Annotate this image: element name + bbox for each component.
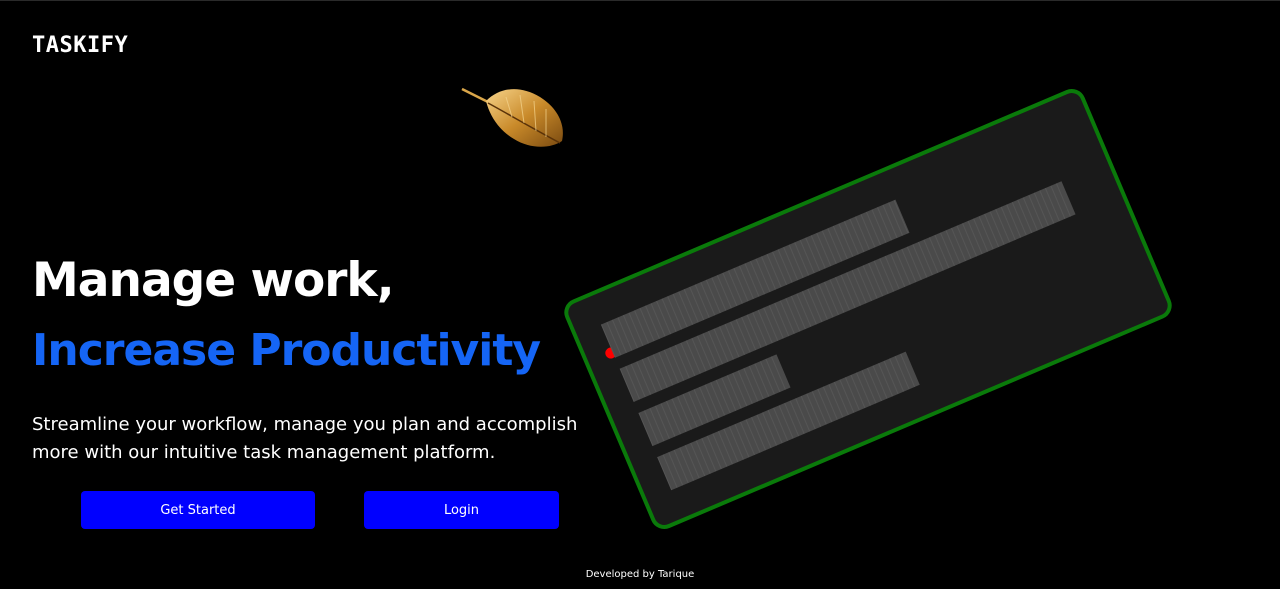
app-logo[interactable]: TASKIFY	[32, 33, 128, 58]
landing-page: TASKIFY Manage work, Increase Productivi…	[0, 0, 1280, 589]
login-button[interactable]: Login	[364, 491, 559, 529]
window-maximize-dot	[638, 333, 650, 345]
mockup-window	[564, 89, 1172, 529]
mockup-bar	[638, 354, 791, 447]
mockup-bar	[657, 351, 920, 491]
hero-description: Streamline your workflow, manage you pla…	[32, 414, 578, 463]
footer-credit: Developed by Tarique	[585, 569, 695, 580]
window-close-dot	[605, 347, 617, 359]
golden-feather-icon	[461, 87, 563, 147]
hero-headline: Manage work,	[32, 253, 395, 308]
mockup-frame	[564, 89, 1172, 529]
mockup-bar	[619, 181, 1076, 402]
mockup-bar	[600, 199, 910, 358]
get-started-button[interactable]: Get Started	[81, 491, 315, 529]
window-minimize-dot	[621, 340, 633, 352]
hero-headline-accent: Increase Productivity	[32, 325, 541, 376]
